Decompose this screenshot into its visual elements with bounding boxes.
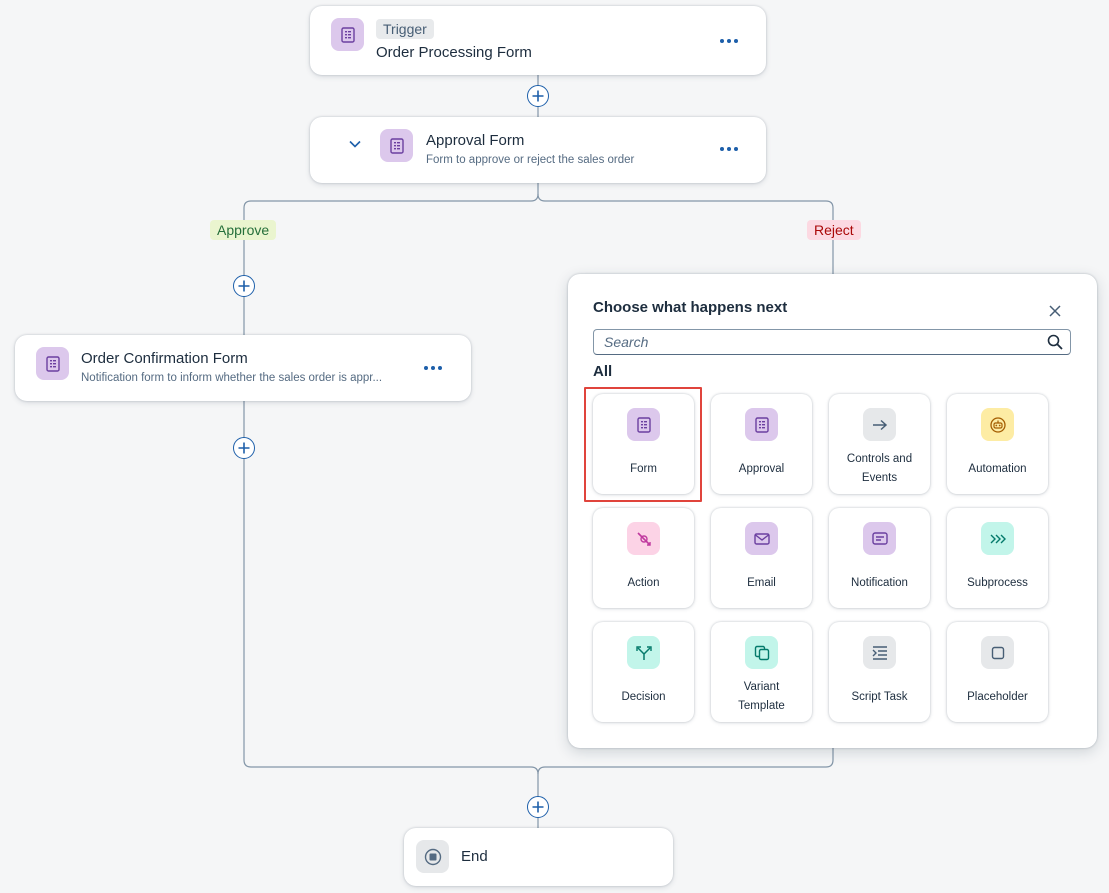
tile-notification[interactable]: Notification <box>829 508 930 608</box>
tile-label: Notification <box>851 576 908 589</box>
tile-label: Controls and Events <box>846 453 913 484</box>
approval-form-card[interactable]: Approval Form Form to approve or reject … <box>310 117 766 183</box>
stop-icon <box>416 840 449 873</box>
script-task-icon <box>863 636 896 669</box>
approve-branch-label: Approve <box>210 220 277 240</box>
tile-automation[interactable]: Automation <box>947 394 1048 494</box>
approval-icon <box>745 408 778 441</box>
end-card[interactable]: End <box>404 828 673 886</box>
search-field <box>593 329 1071 355</box>
robot-icon <box>981 408 1014 441</box>
close-button[interactable] <box>1046 302 1064 320</box>
notification-icon <box>863 522 896 555</box>
more-icon <box>424 366 442 370</box>
tile-label: Automation <box>968 462 1027 475</box>
form-icon <box>380 129 413 162</box>
tile-label: Placeholder <box>967 690 1028 703</box>
trigger-card-title: Order Processing Form <box>376 44 532 61</box>
tile-approval[interactable]: Approval <box>711 394 812 494</box>
decision-icon <box>627 636 660 669</box>
add-step-button[interactable] <box>233 275 255 297</box>
action-icon <box>627 522 660 555</box>
add-step-button[interactable] <box>527 796 549 818</box>
tile-label: Action <box>627 576 660 589</box>
more-icon <box>720 147 738 151</box>
order-confirmation-subtitle: Notification form to inform whether the … <box>81 372 383 384</box>
tile-label: Decision <box>621 690 666 703</box>
tile-label: Variant Template <box>738 681 785 712</box>
trigger-card[interactable]: Trigger Order Processing Form <box>310 6 766 75</box>
order-confirmation-card[interactable]: Order Confirmation Form Notification for… <box>15 335 471 401</box>
chevron-down-icon[interactable] <box>348 137 362 151</box>
form-icon <box>627 408 660 441</box>
tile-label: Script Task <box>851 690 908 703</box>
plus-icon <box>238 442 250 454</box>
tile-script-task[interactable]: Script Task <box>829 622 930 722</box>
choose-next-step-popover: Choose what happens next All Form Approv… <box>568 274 1097 748</box>
email-icon <box>745 522 778 555</box>
placeholder-icon <box>981 636 1014 669</box>
section-label-all: All <box>593 363 613 380</box>
end-card-title: End <box>461 848 488 865</box>
search-icon[interactable] <box>1047 334 1063 350</box>
tile-action[interactable]: Action <box>593 508 694 608</box>
tile-email[interactable]: Email <box>711 508 812 608</box>
subprocess-icon <box>981 522 1014 555</box>
tile-variant-template[interactable]: Variant Template <box>711 622 812 722</box>
tile-label: Approval <box>738 462 785 475</box>
tile-label: Email <box>747 576 776 589</box>
more-options-button[interactable] <box>715 139 743 159</box>
tile-placeholder[interactable]: Placeholder <box>947 622 1048 722</box>
plus-icon <box>238 280 250 292</box>
tile-form[interactable]: Form <box>593 394 694 494</box>
tile-subprocess[interactable]: Subprocess <box>947 508 1048 608</box>
arrow-right-icon <box>863 408 896 441</box>
reject-branch-label: Reject <box>807 220 861 240</box>
close-icon <box>1049 305 1061 317</box>
form-icon <box>331 18 364 51</box>
plus-icon <box>532 90 544 102</box>
popover-title: Choose what happens next <box>593 299 788 316</box>
search-input[interactable] <box>594 330 1044 354</box>
trigger-badge: Trigger <box>376 19 434 39</box>
plus-icon <box>532 801 544 813</box>
form-icon <box>36 347 69 380</box>
approval-card-subtitle: Form to approve or reject the sales orde… <box>426 154 635 166</box>
tile-decision[interactable]: Decision <box>593 622 694 722</box>
add-step-button[interactable] <box>527 85 549 107</box>
variant-template-icon <box>745 636 778 669</box>
more-options-button[interactable] <box>715 31 743 51</box>
tile-label: Form <box>630 462 657 475</box>
more-icon <box>720 39 738 43</box>
order-confirmation-title: Order Confirmation Form <box>81 350 248 367</box>
tile-controls-and-events[interactable]: Controls and Events <box>829 394 930 494</box>
more-options-button[interactable] <box>419 358 447 378</box>
approval-card-title: Approval Form <box>426 132 525 149</box>
add-step-button[interactable] <box>233 437 255 459</box>
tile-label: Subprocess <box>967 576 1028 589</box>
